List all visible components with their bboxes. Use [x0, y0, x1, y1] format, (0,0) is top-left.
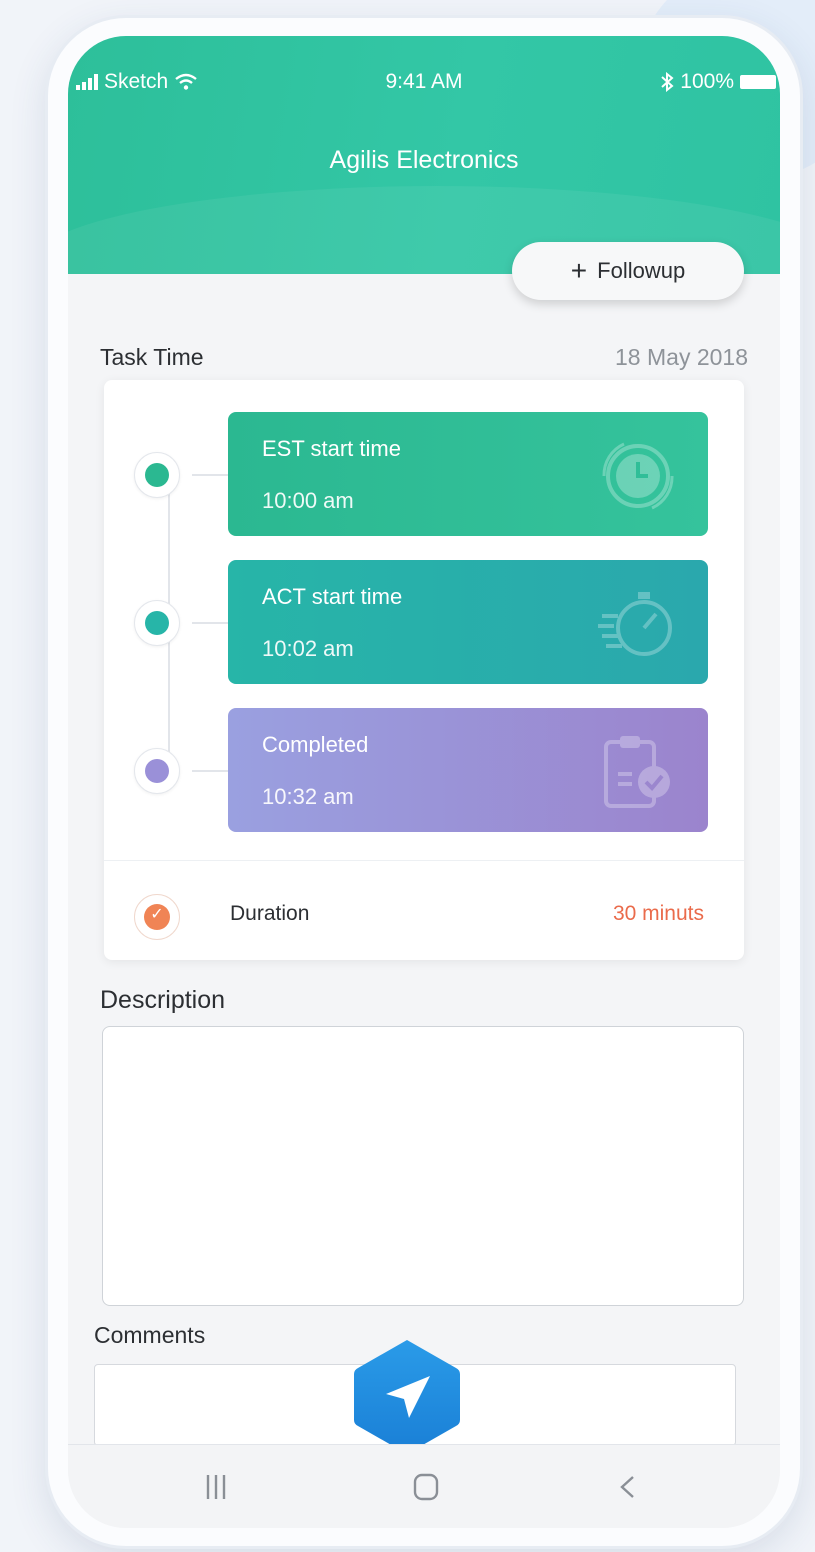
timeline-connector	[192, 622, 228, 624]
battery-icon	[740, 75, 776, 89]
check-circle-icon: ✓	[134, 894, 180, 940]
timeline-connector	[192, 770, 228, 772]
est-start-time: 10:00 am	[262, 488, 354, 513]
timeline-dot-est	[134, 452, 180, 498]
duration-value: 30 minuts	[612, 902, 704, 925]
est-start-label: EST start time	[262, 436, 401, 461]
battery-percent: 100%	[680, 70, 734, 93]
home-icon[interactable]	[396, 1463, 456, 1511]
completed-card[interactable]: Completed 10:32 am	[228, 708, 708, 832]
card-divider	[104, 860, 744, 861]
duration-label: Duration	[230, 902, 310, 925]
send-button[interactable]	[352, 1336, 462, 1458]
completed-label: Completed	[262, 732, 369, 757]
est-start-card[interactable]: EST start time 10:00 am	[228, 412, 708, 536]
completed-time: 10:32 am	[262, 784, 354, 809]
status-right: 100%	[660, 70, 776, 94]
clock-icon	[602, 442, 674, 510]
act-start-time: 10:02 am	[262, 636, 354, 661]
clipboard-check-icon	[604, 736, 670, 808]
comments-label: Comments	[94, 1322, 206, 1348]
phone-frame: Sketch 9:41 AM 100% Agilis Electronics +…	[48, 18, 800, 1546]
app-screen: Sketch 9:41 AM 100% Agilis Electronics +…	[68, 36, 780, 1528]
act-start-card[interactable]: ACT start time 10:02 am	[228, 560, 708, 684]
stopwatch-icon	[598, 592, 672, 656]
followup-button[interactable]: + Followup	[512, 242, 744, 300]
task-date: 18 May 2018	[615, 343, 748, 370]
task-timeline-card: EST start time 10:00 am ACT start time 1…	[104, 380, 744, 960]
back-icon[interactable]	[598, 1463, 658, 1511]
bluetooth-icon	[661, 72, 674, 92]
act-start-label: ACT start time	[262, 584, 403, 609]
system-nav-bar	[68, 1444, 780, 1528]
task-time-header: Task Time 18 May 2018	[100, 340, 748, 374]
description-label: Description	[100, 986, 226, 1014]
page-title: Agilis Electronics	[329, 146, 519, 174]
description-field[interactable]	[102, 1026, 744, 1306]
status-bar: Sketch 9:41 AM 100%	[68, 66, 780, 102]
timeline-dot-completed	[134, 748, 180, 794]
plus-icon: +	[570, 255, 588, 286]
timeline-dot-act	[134, 600, 180, 646]
timeline-connector	[192, 474, 228, 476]
followup-label: Followup	[597, 258, 686, 283]
task-time-label: Task Time	[100, 343, 204, 370]
header: Sketch 9:41 AM 100% Agilis Electronics	[68, 36, 780, 346]
recent-apps-icon[interactable]	[186, 1463, 246, 1511]
